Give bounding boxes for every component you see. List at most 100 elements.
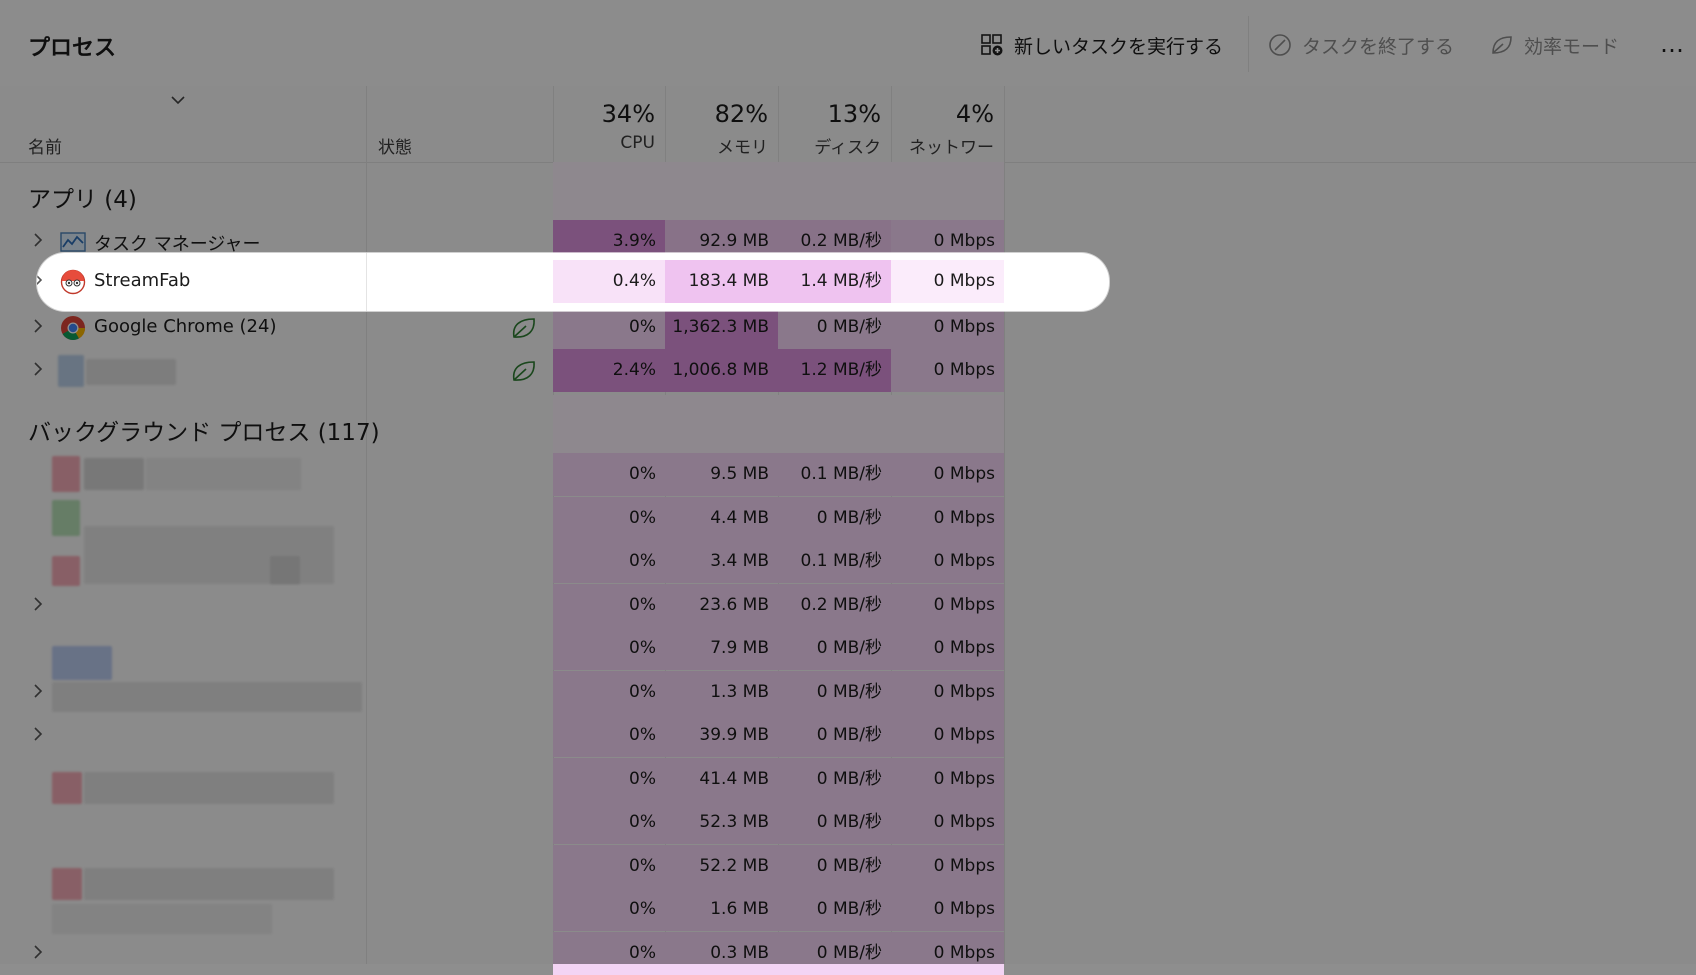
chevron-down-icon[interactable] (170, 94, 186, 106)
disk-cell: 0.1 MB/秒 (778, 540, 891, 583)
cpu-cell: 0% (553, 888, 665, 931)
cpu-cell: 0% (553, 627, 665, 670)
process-name (86, 359, 176, 385)
network-cell: 0 Mbps (891, 844, 1004, 888)
group-band (553, 162, 1004, 220)
network-cell: 0 Mbps (891, 496, 1004, 540)
table-row[interactable]: 0% 52.2 MB 0 MB/秒 0 Mbps (0, 844, 1006, 888)
table-row[interactable]: StreamFab 0.4% 183.4 MB 1.4 MB/秒 0 Mbps (37, 260, 1006, 303)
table-row[interactable]: 0% 41.4 MB 0 MB/秒 0 Mbps (0, 757, 1006, 801)
column-cpu[interactable]: CPU (560, 133, 655, 153)
chevron-right-icon[interactable] (32, 683, 44, 699)
table-row[interactable]: 0% 1.6 MB 0 MB/秒 0 Mbps (0, 888, 1006, 931)
column-disk[interactable]: ディスク (786, 133, 881, 158)
network-cell: 0 Mbps (891, 801, 1004, 844)
run-new-task-label: 新しいタスクを実行する (1014, 35, 1224, 58)
chevron-right-icon[interactable] (32, 726, 44, 742)
table-row[interactable]: 0% 7.9 MB 0 MB/秒 0 Mbps (0, 627, 1006, 670)
column-name[interactable]: 名前 (28, 133, 62, 158)
chevron-right-icon[interactable] (32, 232, 44, 248)
disk-cell: 0 MB/秒 (778, 931, 891, 975)
chevron-right-icon[interactable] (32, 944, 44, 960)
cpu-cell: 0% (553, 757, 665, 801)
cpu-cell: 0% (553, 496, 665, 540)
chevron-right-icon[interactable] (32, 318, 44, 334)
cpu-cell: 0% (553, 583, 665, 627)
chevron-right-icon[interactable] (32, 596, 44, 612)
network-cell: 0 Mbps (891, 670, 1004, 714)
memory-total[interactable]: 82% (673, 100, 768, 128)
table-row[interactable]: 0% 23.6 MB 0.2 MB/秒 0 Mbps (0, 583, 1006, 627)
apps-group-title[interactable]: アプリ (4) (28, 180, 137, 214)
disk-cell: 0 MB/秒 (778, 670, 891, 714)
memory-cell: 0.3 MB (665, 931, 778, 975)
network-cell: 0 Mbps (891, 540, 1004, 583)
cpu-cell: 0% (553, 714, 665, 757)
column-divider (366, 253, 367, 311)
column-status[interactable]: 状態 (378, 133, 412, 158)
table-row[interactable]: 0% 1.3 MB 0 MB/秒 0 Mbps (0, 670, 1006, 714)
table-row[interactable]: 2.4% 1,006.8 MB 1.2 MB/秒 0 Mbps (0, 349, 1006, 392)
disk-cell: 0 MB/秒 (778, 627, 891, 670)
network-cell: 0 Mbps (891, 888, 1004, 931)
highlighted-row-spotlight: StreamFab 0.4% 183.4 MB 1.4 MB/秒 0 Mbps (37, 253, 1109, 311)
network-cell: 0 Mbps (891, 260, 1004, 303)
run-new-task-button[interactable]: 新しいタスクを実行する (980, 30, 1223, 60)
chrome-icon (61, 316, 85, 341)
disk-cell: 0 MB/秒 (778, 757, 891, 801)
cpu-cell: 0% (553, 306, 665, 349)
memory-cell: 41.4 MB (665, 757, 778, 801)
efficiency-mode-button[interactable]: 効率モード (1490, 30, 1619, 60)
table-row[interactable]: 0% 52.3 MB 0 MB/秒 0 Mbps (0, 801, 1006, 844)
network-cell: 0 Mbps (891, 931, 1004, 975)
leaf-icon (1492, 36, 1512, 54)
disk-cell: 0.1 MB/秒 (778, 453, 891, 496)
disk-cell: 0 MB/秒 (778, 306, 891, 349)
memory-cell: 1.3 MB (665, 670, 778, 714)
network-total[interactable]: 4% (899, 100, 994, 128)
memory-cell: 1,362.3 MB (665, 306, 778, 349)
table-row[interactable]: 0% 39.9 MB 0 MB/秒 0 Mbps (0, 714, 1006, 757)
chevron-right-icon[interactable] (37, 272, 44, 288)
network-cell: 0 Mbps (891, 349, 1004, 392)
prohibited-icon (1269, 34, 1291, 56)
memory-cell: 3.4 MB (665, 540, 778, 583)
disk-total[interactable]: 13% (786, 100, 881, 128)
memory-cell: 183.4 MB (665, 260, 778, 303)
disk-cell: 0 MB/秒 (778, 888, 891, 931)
memory-cell: 7.9 MB (665, 627, 778, 670)
process-name: Google Chrome (24) (94, 316, 277, 337)
disk-cell: 1.4 MB/秒 (778, 260, 891, 303)
memory-cell: 4.4 MB (665, 496, 778, 540)
cpu-cell: 0% (553, 931, 665, 975)
network-cell: 0 Mbps (891, 306, 1004, 349)
memory-cell: 52.3 MB (665, 801, 778, 844)
memory-cell: 1.6 MB (665, 888, 778, 931)
cpu-cell: 0% (553, 670, 665, 714)
end-task-button[interactable]: タスクを終了する (1268, 30, 1454, 60)
cpu-cell: 0% (553, 540, 665, 583)
disk-cell: 0.2 MB/秒 (778, 583, 891, 627)
more-options-button[interactable]: … (1660, 30, 1685, 58)
cpu-cell: 0% (553, 801, 665, 844)
memory-cell: 23.6 MB (665, 583, 778, 627)
table-row[interactable]: Google Chrome (24) 0% 1,362.3 MB 0 MB/秒 … (0, 306, 1006, 349)
efficiency-leaf-icon (512, 318, 535, 338)
cpu-total[interactable]: 34% (560, 100, 655, 128)
cpu-cell: 0.4% (553, 260, 665, 303)
table-row[interactable]: 0% 9.5 MB 0.1 MB/秒 0 Mbps (0, 453, 1006, 496)
table-row[interactable]: 0% 4.4 MB 0 MB/秒 0 Mbps (0, 496, 1006, 540)
toolbar-divider (1248, 16, 1249, 72)
chevron-right-icon[interactable] (32, 361, 44, 377)
table-row[interactable]: 0% 0.3 MB 0 MB/秒 0 Mbps (0, 931, 1006, 975)
memory-cell: 39.9 MB (665, 714, 778, 757)
network-cell: 0 Mbps (891, 583, 1004, 627)
toolbar: プロセス 新しいタスクを実行する タスクを終了する 効率モード … (0, 0, 1696, 87)
network-cell: 0 Mbps (891, 714, 1004, 757)
table-row[interactable]: 0% 3.4 MB 0.1 MB/秒 0 Mbps (0, 540, 1006, 583)
background-group-title[interactable]: バックグラウンド プロセス (117) (28, 413, 380, 447)
column-memory[interactable]: メモリ (673, 133, 768, 158)
memory-cell: 52.2 MB (665, 844, 778, 888)
efficiency-leaf-icon (512, 361, 535, 381)
task-manager-icon (60, 232, 86, 252)
